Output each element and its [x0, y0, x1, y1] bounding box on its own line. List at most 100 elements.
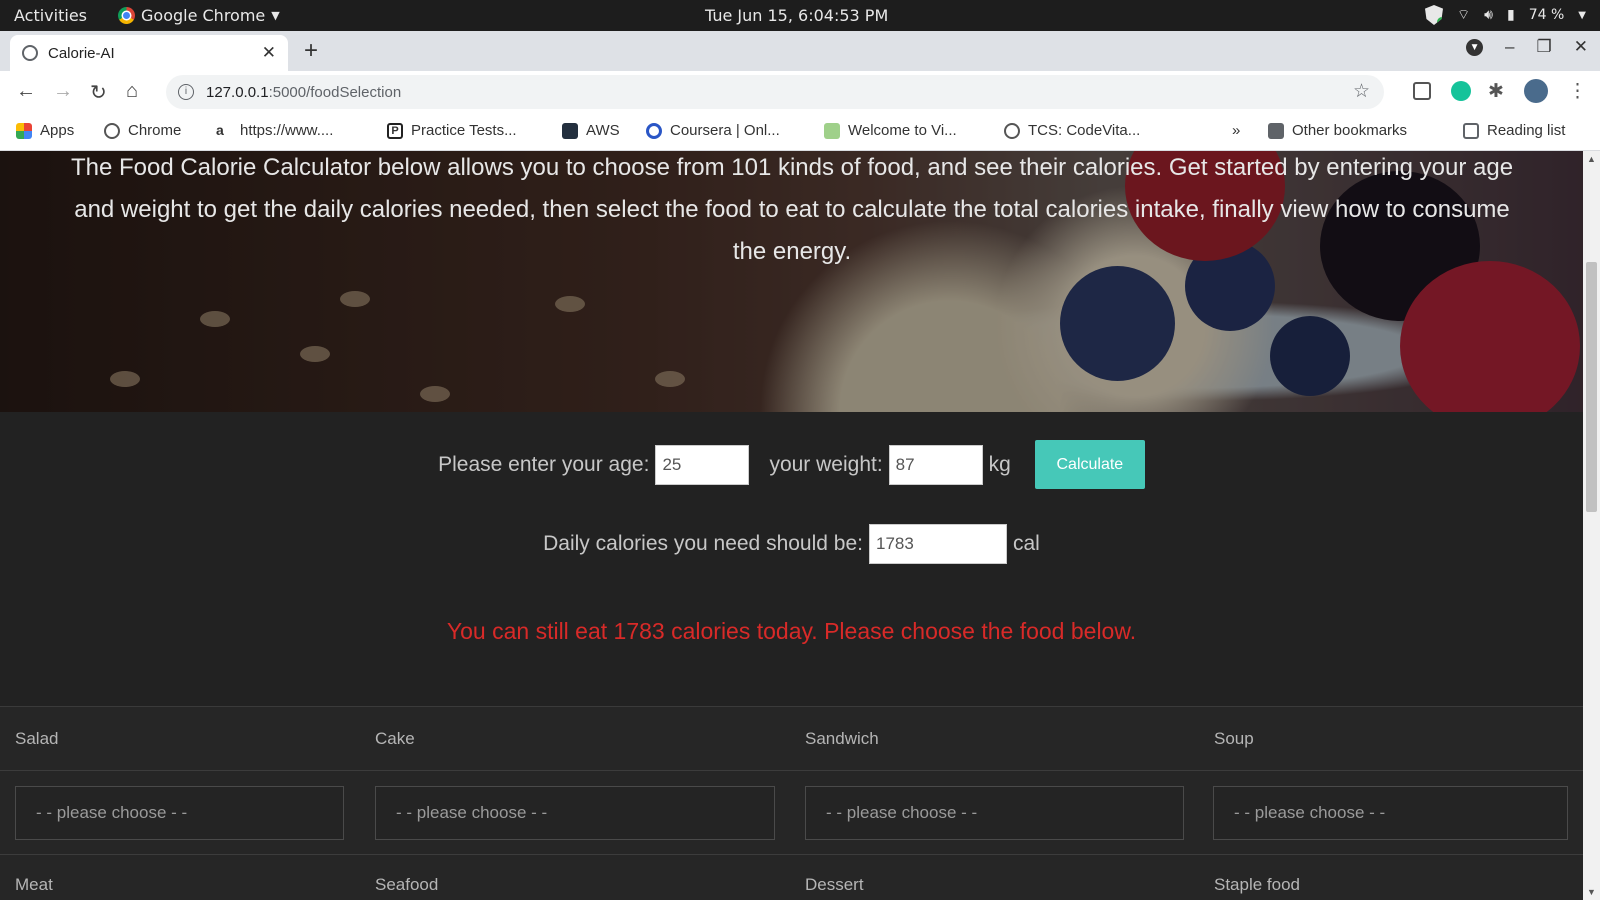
- age-weight-form: Please enter your age: your weight: kg C…: [0, 440, 1583, 489]
- bookmark-label: Practice Tests...: [411, 122, 517, 139]
- apps-grid-icon: [16, 122, 32, 139]
- battery-percent: 74 %: [1528, 7, 1565, 23]
- reading-list-icon: [1463, 122, 1479, 139]
- chrome-logo-icon: [118, 7, 135, 24]
- puzzle-icon[interactable]: ✱: [1488, 80, 1510, 102]
- category-header-sandwich: Sandwich: [805, 729, 879, 748]
- bookmark-label: Welcome to Vi...: [848, 122, 957, 139]
- vi-icon: [824, 122, 840, 139]
- globe-icon: [104, 122, 120, 139]
- restore-icon[interactable]: ❐: [1537, 37, 1552, 57]
- battery-icon: ▮: [1507, 7, 1515, 23]
- new-tab-button[interactable]: +: [304, 37, 318, 65]
- category-header-salad: Salad: [15, 729, 59, 748]
- scrollbar-thumb[interactable]: [1586, 262, 1597, 512]
- weight-unit: kg: [988, 452, 1011, 476]
- scroll-down-icon[interactable]: ▼: [1587, 887, 1596, 897]
- bookmark-apps[interactable]: Apps: [16, 122, 74, 139]
- bookmark-codevita[interactable]: TCS: CodeVita...: [1004, 122, 1140, 139]
- browser-toolbar: ← → ↻ ⌂ i 127.0.0.1:5000/foodSelection ☆…: [0, 71, 1600, 113]
- category-header-staple-food: Staple food: [1214, 875, 1301, 894]
- bookmark-chrome[interactable]: Chrome: [104, 122, 181, 139]
- app-menu[interactable]: Google Chrome ▼: [118, 6, 280, 25]
- url-host: 127.0.0.1: [206, 83, 269, 101]
- calculate-button[interactable]: Calculate: [1034, 440, 1145, 489]
- aws-icon: [562, 122, 578, 139]
- daily-calories-output[interactable]: [869, 524, 1007, 564]
- chevron-down-icon: ▼: [1578, 9, 1586, 21]
- weight-input[interactable]: [888, 444, 983, 485]
- bookmark-label: TCS: CodeVita...: [1028, 122, 1141, 139]
- daily-calories-unit: cal: [1013, 532, 1040, 555]
- reload-icon[interactable]: ↻: [90, 80, 107, 105]
- shield-icon: [1425, 5, 1443, 25]
- daily-calories-row: Daily calories you need should be: cal: [0, 524, 1583, 564]
- home-icon[interactable]: ⌂: [126, 80, 138, 103]
- category-header-meat: Meat: [15, 875, 53, 894]
- bookmark-aws[interactable]: AWS: [562, 122, 620, 139]
- system-clock[interactable]: Tue Jun 15, 6:04:53 PM: [705, 6, 888, 25]
- bookmark-label: https://www....: [240, 122, 334, 139]
- wifi-icon: ⌔: [1457, 7, 1471, 23]
- close-icon[interactable]: ✕: [262, 43, 276, 63]
- age-input[interactable]: [655, 444, 750, 485]
- sandwich-select[interactable]: - - please choose - -: [805, 786, 1184, 840]
- remaining-calories-message: You can still eat 1783 calories today. P…: [446, 618, 1137, 644]
- cake-select[interactable]: - - please choose - -: [375, 786, 775, 840]
- more-bookmarks-button[interactable]: »: [1232, 122, 1240, 139]
- bookmark-star-icon[interactable]: ☆: [1353, 80, 1370, 103]
- soup-select[interactable]: - - please choose - -: [1213, 786, 1568, 840]
- other-bookmarks-folder[interactable]: Other bookmarks: [1268, 122, 1407, 139]
- grammarly-icon[interactable]: [1451, 81, 1471, 101]
- category-header-cake: Cake: [375, 729, 415, 748]
- menu-kebab-icon[interactable]: ⋮: [1568, 80, 1587, 102]
- bookmark-label: AWS: [586, 122, 620, 139]
- scroll-up-icon[interactable]: ▲: [1587, 154, 1596, 164]
- activities-button[interactable]: Activities: [14, 6, 87, 25]
- bookmark-coursera[interactable]: Coursera | Onl...: [646, 122, 780, 139]
- reading-list-button[interactable]: Reading list: [1463, 122, 1565, 139]
- divider: [0, 854, 1583, 855]
- bookmarks-bar: Apps Chrome a https://www.... P Practice…: [0, 113, 1600, 151]
- category-header-dessert: Dessert: [805, 875, 864, 894]
- tab-calorie-ai[interactable]: Calorie-AI ✕: [10, 35, 288, 71]
- amazon-icon: a: [216, 121, 224, 138]
- system-top-bar: Activities Google Chrome ▼ Tue Jun 15, 6…: [0, 0, 1600, 31]
- hero-banner: The Food Calorie Calculator below allows…: [0, 151, 1583, 412]
- salad-select[interactable]: - - please choose - -: [15, 786, 344, 840]
- chevron-down-icon: ▼: [271, 9, 280, 22]
- folder-icon: [1268, 122, 1284, 139]
- bookmark-label: Apps: [40, 122, 75, 139]
- minimize-icon[interactable]: –: [1505, 37, 1514, 57]
- bookmark-label: Chrome: [128, 122, 182, 139]
- category-header-soup: Soup: [1214, 729, 1254, 748]
- bookmark-amazon[interactable]: a https://www....: [216, 122, 333, 139]
- back-icon[interactable]: ←: [16, 80, 36, 103]
- weight-label: your weight:: [769, 452, 883, 476]
- vertical-scrollbar[interactable]: ▲ ▼: [1583, 151, 1600, 900]
- bookmark-welcome[interactable]: Welcome to Vi...: [824, 122, 957, 139]
- tab-search-icon[interactable]: ▼: [1466, 38, 1484, 56]
- info-icon[interactable]: i: [178, 84, 194, 100]
- window-controls: ▼ – ❐ ✕: [1466, 37, 1588, 57]
- address-bar[interactable]: i 127.0.0.1:5000/foodSelection ☆: [166, 75, 1384, 109]
- tab-title: Calorie-AI: [48, 44, 115, 62]
- app-name: Google Chrome: [141, 6, 266, 25]
- globe-icon: [1004, 122, 1020, 139]
- chevron-double-right-icon: »: [1232, 122, 1241, 139]
- forward-icon[interactable]: →: [53, 80, 73, 103]
- divider: [0, 770, 1583, 771]
- tab-strip: Calorie-AI ✕ + ▼ – ❐ ✕: [0, 31, 1600, 71]
- bookmark-label: Coursera | Onl...: [670, 122, 780, 139]
- system-tray[interactable]: ⌔ 🔊︎ ▮ 74 % ▼: [1425, 5, 1586, 25]
- close-window-icon[interactable]: ✕: [1574, 37, 1588, 57]
- p-icon: P: [387, 122, 403, 139]
- avatar[interactable]: [1524, 79, 1548, 103]
- bookmark-label: Other bookmarks: [1292, 122, 1408, 139]
- intro-text: The Food Calorie Calculator below allows…: [70, 154, 1514, 265]
- extension-icon[interactable]: [1413, 82, 1431, 100]
- daily-calories-label: Daily calories you need should be:: [543, 532, 863, 555]
- url-path: :5000/foodSelection: [268, 83, 402, 101]
- age-label: Please enter your age:: [438, 452, 650, 476]
- bookmark-practice-tests[interactable]: P Practice Tests...: [387, 122, 517, 139]
